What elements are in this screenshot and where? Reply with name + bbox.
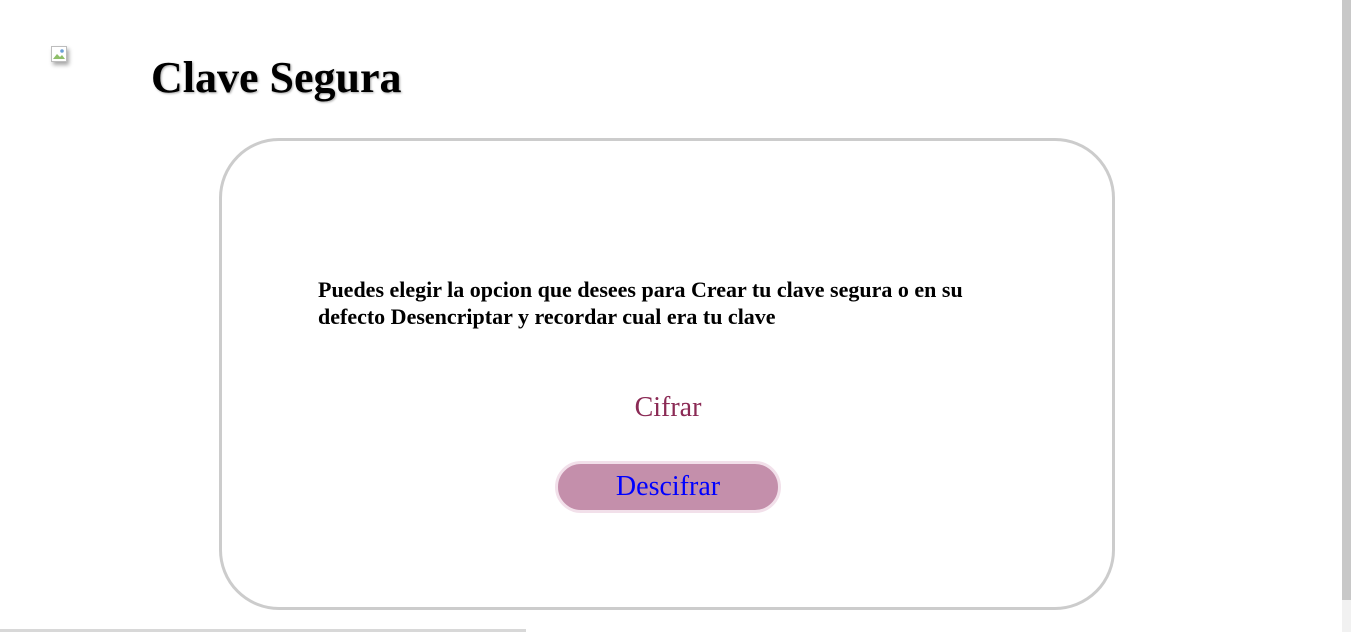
vertical-scrollbar-track[interactable] [1342,600,1351,632]
instructions-text: Puedes elegir la opcion que desees para … [318,277,963,329]
broken-image-icon [51,46,67,62]
options-card [219,138,1115,610]
vertical-scrollbar-thumb[interactable] [1342,0,1351,600]
cifrar-link[interactable]: Cifrar [556,390,780,426]
descifrar-button[interactable]: Descifrar [555,461,781,513]
page-title: Clave Segura [151,53,402,102]
page: Clave Segura Puedes elegir la opcion que… [0,0,1351,632]
